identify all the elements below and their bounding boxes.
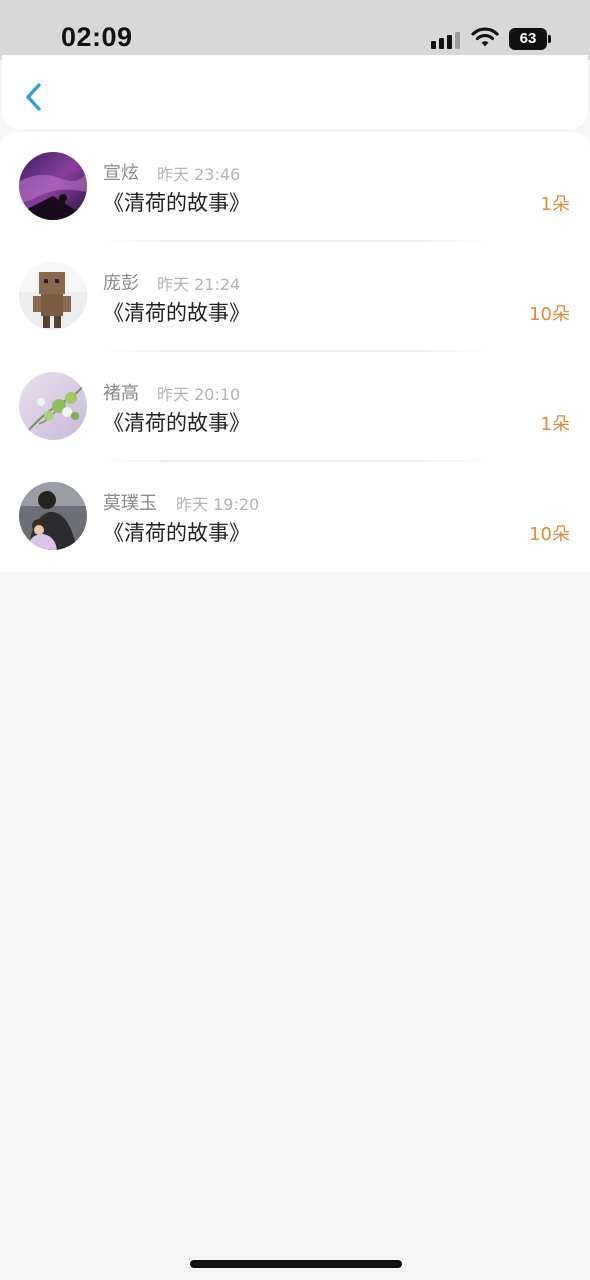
status-time: 02:09: [61, 22, 133, 52]
user-name: 庞彭: [103, 273, 139, 294]
timestamp: 昨天 20:10: [157, 385, 241, 404]
list-item[interactable]: 莫璞玉 昨天 19:20 《清荷的故事》 10朵: [0, 462, 590, 572]
chevron-left-icon[interactable]: [20, 79, 48, 115]
avatar[interactable]: [19, 372, 87, 440]
timestamp: 昨天 23:46: [157, 165, 241, 184]
screen: 02:09 63 宣炫 昨天 23:46 《清荷的故事》 1朵 庞彭 昨天 21…: [0, 0, 590, 1280]
header: [2, 55, 588, 129]
story-title[interactable]: 《清荷的故事》: [103, 517, 250, 547]
avatar[interactable]: [19, 262, 87, 330]
timestamp: 昨天 21:24: [157, 275, 241, 294]
timestamp: 昨天 19:20: [176, 495, 260, 514]
wifi-icon: [471, 27, 499, 47]
battery-icon: 63: [509, 28, 547, 50]
list-item[interactable]: 庞彭 昨天 21:24 《清荷的故事》 10朵: [0, 242, 590, 352]
story-title[interactable]: 《清荷的故事》: [103, 407, 250, 437]
flower-count: 1朵: [540, 194, 570, 215]
story-title[interactable]: 《清荷的故事》: [103, 297, 250, 327]
avatar[interactable]: [19, 482, 87, 550]
list-item[interactable]: 宣炫 昨天 23:46 《清荷的故事》 1朵: [0, 132, 590, 242]
status-bar: 02:09 63: [0, 0, 590, 60]
battery-tip: [548, 35, 551, 43]
flower-count: 10朵: [529, 524, 570, 545]
user-name: 宣炫: [103, 163, 139, 184]
signal-icon: [431, 30, 461, 49]
avatar[interactable]: [19, 152, 87, 220]
flower-count: 10朵: [529, 304, 570, 325]
user-name: 褚高: [103, 383, 139, 404]
list-item[interactable]: 褚高 昨天 20:10 《清荷的故事》 1朵: [0, 352, 590, 462]
gift-record-list: 宣炫 昨天 23:46 《清荷的故事》 1朵 庞彭 昨天 21:24 《清荷的故…: [0, 132, 590, 572]
home-indicator[interactable]: [190, 1260, 402, 1268]
user-name: 莫璞玉: [103, 493, 157, 514]
flower-count: 1朵: [540, 414, 570, 435]
story-title[interactable]: 《清荷的故事》: [103, 187, 250, 217]
